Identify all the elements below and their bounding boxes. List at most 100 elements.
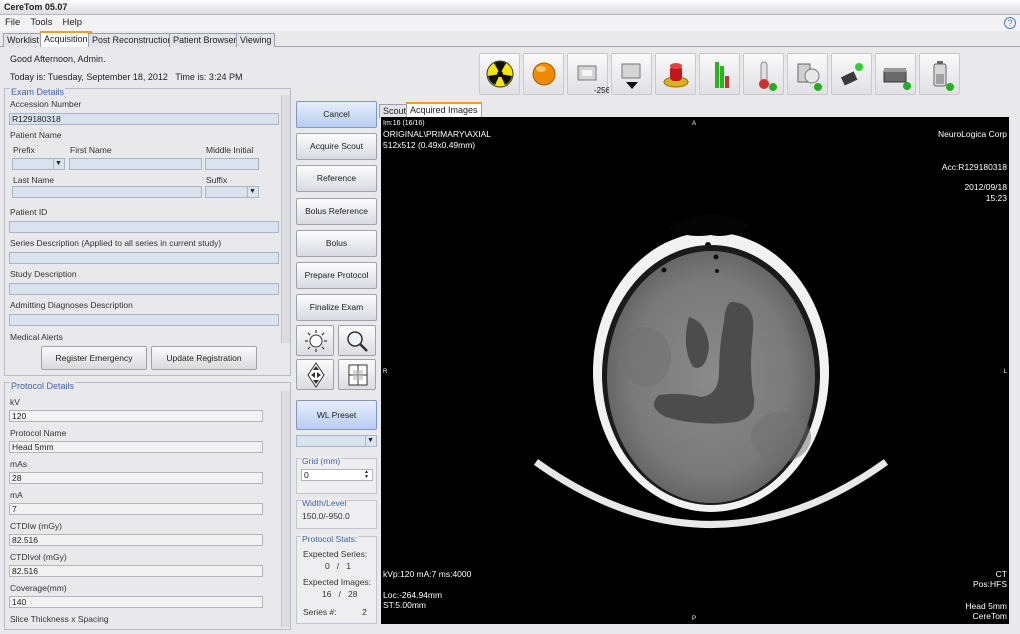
protocol-details-panel: Protocol Details kV 120 Protocol Name He…	[4, 381, 291, 630]
bolus-reference-button[interactable]: Bolus Reference	[296, 198, 377, 225]
image-viewer[interactable]: Im:16 (16/16) ORIGINAL\PRIMARY\AXIAL 512…	[381, 117, 1009, 624]
width-level-title: Width/Level	[301, 498, 348, 508]
tab-post-reconstruction[interactable]: Post Reconstruction	[88, 33, 177, 47]
action-column: Cancel Acquire Scout Reference Bolus Ref…	[295, 98, 379, 628]
expected-images-label: Expected Images:	[303, 577, 372, 587]
finalize-exam-button[interactable]: Finalize Exam	[296, 294, 377, 321]
middle-initial-label: Middle Initial	[206, 145, 254, 155]
ctdivol-field: 82.516	[9, 565, 263, 577]
wl-preset-button[interactable]: WL Preset	[296, 400, 377, 430]
status-light-icon[interactable]	[523, 53, 564, 95]
mas-label: mAs	[10, 459, 27, 469]
protocol-scrollbar[interactable]	[281, 391, 290, 627]
chevron-down-icon: ▼	[247, 187, 257, 197]
bolus-button[interactable]: Bolus	[296, 230, 377, 257]
prepare-protocol-button[interactable]: Prepare Protocol	[296, 262, 377, 289]
help-icon[interactable]: ?	[1004, 17, 1016, 29]
admitting-diagnoses-input[interactable]	[9, 314, 279, 326]
update-registration-button[interactable]: Update Registration	[151, 346, 257, 370]
wl-preset-select[interactable]: ▼	[296, 435, 377, 447]
zoom-tool-button[interactable]	[338, 325, 376, 356]
protocol-stats-title: Protocol Stats:	[301, 534, 359, 544]
suffix-select[interactable]: ▼	[205, 186, 259, 198]
middle-initial-input[interactable]	[205, 158, 259, 170]
grid-input[interactable]: 0	[301, 469, 373, 481]
emergency-stop-icon[interactable]	[655, 53, 696, 95]
layout-tool-button[interactable]	[338, 359, 376, 390]
first-name-input[interactable]	[69, 158, 202, 170]
brightness-icon	[305, 330, 327, 352]
menu-file[interactable]: File	[0, 15, 25, 30]
kv-field: 120	[9, 410, 263, 422]
menu-help[interactable]: Help	[58, 15, 88, 30]
exam-details-panel: Exam Details Accession Number R129180318…	[4, 87, 291, 376]
greeting-text: Good Afternoon, Admin.	[10, 54, 106, 64]
slice-thickness-overlay-label: ST:5.00mm	[383, 600, 426, 610]
main-tab-bar: Worklist Acquisition Post Reconstruction…	[0, 31, 1020, 47]
app-title: CereTom 05.07	[4, 2, 68, 12]
orientation-right-label: L	[1003, 369, 1007, 375]
prefix-select[interactable]: ▼	[12, 158, 65, 170]
storage-device-icon[interactable]	[875, 53, 916, 95]
thermometer-icon[interactable]	[743, 53, 784, 95]
acquire-scout-button[interactable]: Acquire Scout	[296, 133, 377, 160]
exam-details-title: Exam Details	[10, 87, 66, 97]
suffix-label: Suffix	[206, 175, 228, 185]
radiation-icon[interactable]	[479, 53, 520, 95]
protocol-overlay-label: Head 5mm	[965, 601, 1007, 611]
tab-viewing[interactable]: Viewing	[236, 33, 276, 47]
accession-input[interactable]: R129180318	[9, 113, 279, 125]
orientation-top-label: A	[692, 121, 697, 127]
coverage-label: Coverage(mm)	[10, 583, 67, 593]
magnifier-icon	[347, 331, 368, 352]
image-index-label: Im:16 (16/16)	[383, 120, 425, 127]
tab-worklist[interactable]: Worklist	[3, 33, 43, 47]
ma-label: mA	[10, 490, 23, 500]
image-type-label: ORIGINAL\PRIMARY\AXIAL	[383, 129, 492, 139]
patient-name-label: Patient Name	[10, 130, 62, 140]
spinner-arrows-icon[interactable]: ▲ ▼	[364, 470, 369, 480]
tab-patient-browser[interactable]: Patient Browser	[169, 33, 241, 47]
register-emergency-button[interactable]: Register Emergency	[41, 346, 147, 370]
modality-label: CT	[995, 569, 1007, 579]
medical-alerts-label: Medical Alerts	[10, 332, 63, 342]
menu-bar: File Tools Help ?	[0, 15, 1020, 31]
series-description-input[interactable]	[9, 252, 279, 264]
ctdivol-label: CTDIvol (mGy)	[10, 552, 67, 562]
width-level-box: Width/Level 150.0/-950.0	[296, 498, 377, 529]
dose-value: -256	[594, 86, 609, 95]
protocol-name-field: Head 5mm	[9, 441, 263, 453]
last-name-label: Last Name	[13, 175, 55, 185]
study-date-label: 2012/09/18	[964, 182, 1007, 192]
study-description-label: Study Description	[10, 269, 77, 279]
table-down-icon[interactable]	[611, 53, 652, 95]
last-name-input[interactable]	[12, 186, 202, 198]
signal-bars-icon[interactable]	[699, 53, 740, 95]
reference-button[interactable]: Reference	[296, 165, 377, 192]
gantry-tilt-icon[interactable]: -256	[567, 53, 609, 95]
kv-label: kV	[10, 397, 20, 407]
exam-scrollbar[interactable]	[281, 95, 290, 343]
brightness-tool-button[interactable]	[296, 325, 334, 356]
cancel-button[interactable]: Cancel	[296, 101, 377, 128]
network-icon[interactable]	[831, 53, 872, 95]
study-description-input[interactable]	[9, 283, 279, 295]
admitting-diagnoses-label: Admitting Diagnoses Description	[10, 300, 133, 310]
chevron-down-icon: ▼	[53, 159, 63, 169]
first-name-label: First Name	[70, 145, 112, 155]
pan-tool-button[interactable]	[296, 359, 334, 390]
protocol-stats-box: Protocol Stats: Expected Series: 0 / 1 E…	[296, 534, 377, 624]
battery-icon[interactable]	[919, 53, 960, 95]
expected-images-value: 16 / 28	[322, 589, 358, 599]
grid-box: Grid (mm) 0 ▲ ▼	[296, 456, 377, 494]
date-time-text: Today is: Tuesday, September 18, 2012 Ti…	[10, 72, 243, 82]
series-number-value: 2	[362, 607, 367, 617]
patient-id-input[interactable]	[9, 221, 279, 233]
grid-title: Grid (mm)	[301, 456, 342, 466]
tab-acquired-images[interactable]: Acquired Images	[406, 102, 482, 118]
slice-location-label: Loc:-264.94mm	[383, 590, 443, 600]
accession-label: Accession Number	[10, 99, 82, 109]
tab-acquisition[interactable]: Acquisition	[40, 31, 92, 47]
disk-status-icon[interactable]	[787, 53, 828, 95]
menu-tools[interactable]: Tools	[25, 15, 57, 30]
